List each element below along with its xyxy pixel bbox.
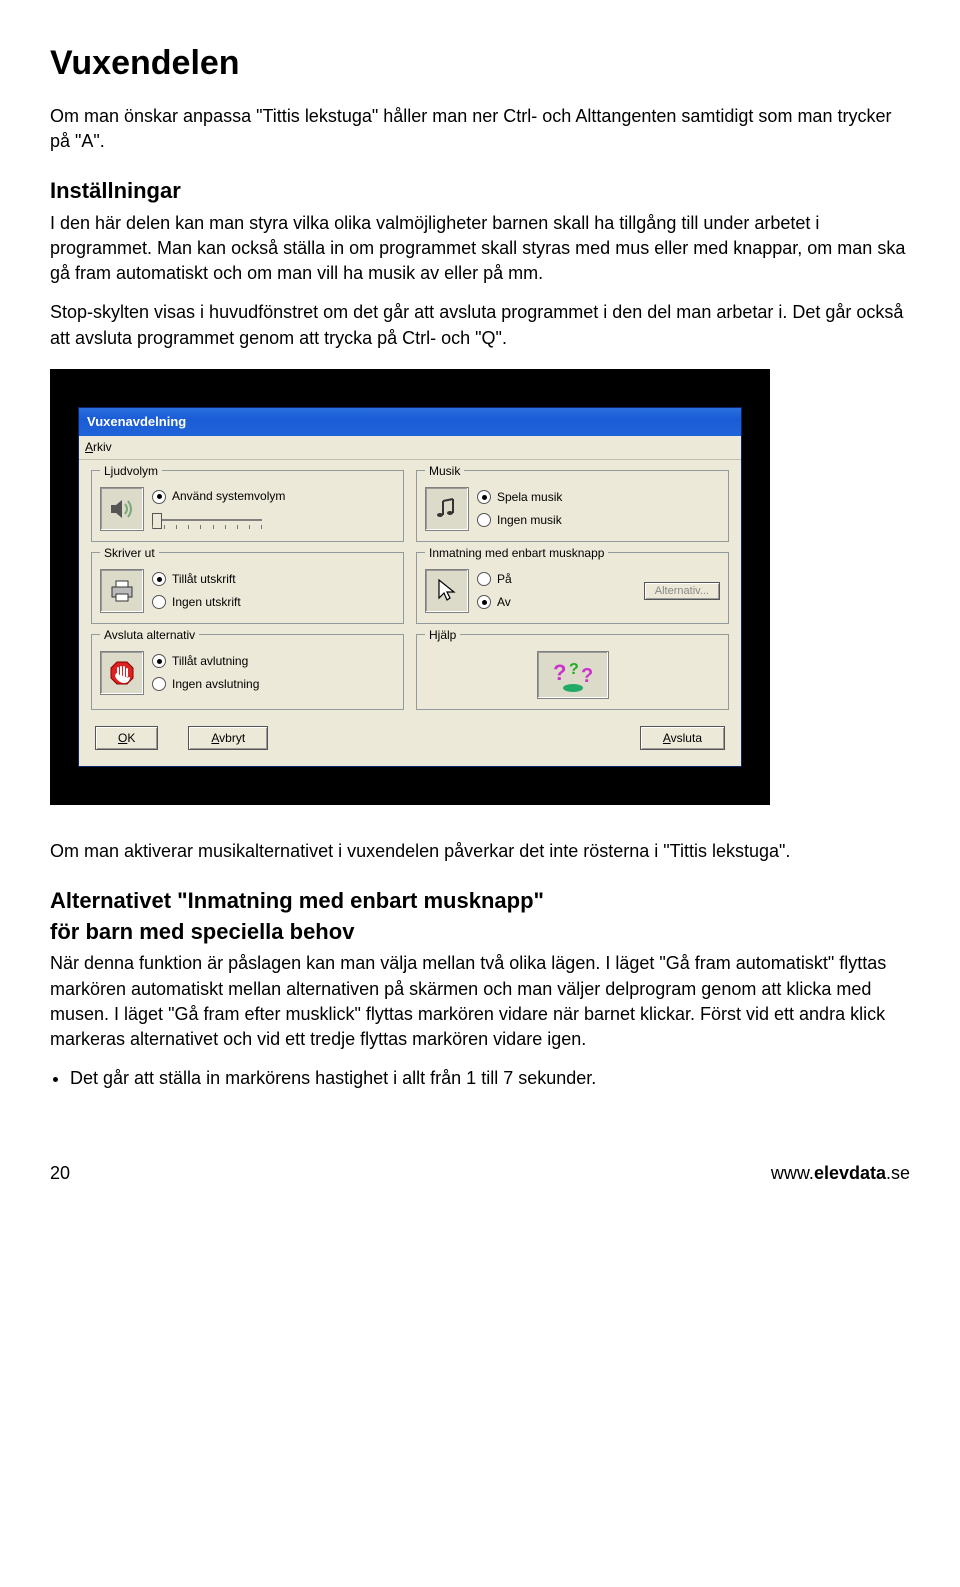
help-icon[interactable]: ? ? ?: [537, 651, 609, 699]
paragraph-stopskylt: Stop-skylten visas i huvudfönstret om de…: [50, 300, 910, 350]
radio-dot-icon: [477, 595, 491, 609]
legend-avsluta: Avsluta alternativ: [100, 627, 199, 644]
legend-ljudvolym: Ljudvolym: [100, 463, 162, 480]
window-title: Vuxenavdelning: [87, 414, 186, 429]
group-avsluta: Avsluta alternativ Tillåt avlutning: [91, 634, 404, 710]
radio-label: Ingen avslutning: [172, 676, 259, 693]
printer-icon: [100, 569, 144, 613]
radio-systemvolym[interactable]: Använd systemvolym: [152, 488, 285, 505]
svg-text:?: ?: [553, 660, 566, 685]
screenshot-frame: Vuxenavdelning AArkivrkiv Ljudvolym: [50, 369, 770, 805]
dialog-client: Ljudvolym Använd syst: [79, 460, 741, 766]
legend-hjalp: Hjälp: [425, 627, 460, 644]
page-number: 20: [50, 1161, 70, 1186]
radio-tillat-avlutning[interactable]: Tillåt avlutning: [152, 653, 259, 670]
list-item: Det går att ställa in markörens hastighe…: [70, 1066, 910, 1091]
radio-dot-icon: [477, 513, 491, 527]
radio-dot-icon: [152, 595, 166, 609]
alternativ-button[interactable]: Alternativ...: [644, 582, 720, 600]
music-notes-icon: [425, 487, 469, 531]
button-row: OK OK Avbryt Avbryt Avsluta Avsluta: [91, 720, 729, 752]
radio-label: Ingen utskrift: [172, 594, 241, 611]
group-inmatning: Inmatning med enbart musknapp På: [416, 552, 729, 624]
radio-label: Använd systemvolym: [172, 488, 285, 505]
radio-av[interactable]: Av: [477, 594, 512, 611]
dialog-window: Vuxenavdelning AArkivrkiv Ljudvolym: [78, 407, 742, 767]
page-footer: 20 www.elevdata.se: [50, 1161, 910, 1186]
radio-label: På: [497, 571, 512, 588]
paragraph-intro: Om man önskar anpassa "Tittis lekstuga" …: [50, 104, 910, 154]
avsluta-button[interactable]: Avsluta: [640, 726, 725, 750]
radio-dot-icon: [152, 490, 166, 504]
group-musik: Musik: [416, 470, 729, 542]
radio-dot-icon: [477, 572, 491, 586]
footer-url: www.elevdata.se: [771, 1161, 910, 1186]
radio-label: Spela musik: [497, 489, 562, 506]
radio-spela-musik[interactable]: Spela musik: [477, 489, 562, 506]
volume-slider[interactable]: [152, 511, 262, 529]
radio-ingen-avslutning[interactable]: Ingen avslutning: [152, 676, 259, 693]
legend-inmatning: Inmatning med enbart musknapp: [425, 545, 608, 562]
heading-alternativet: Alternativet "Inmatning med enbart muskn…: [50, 886, 910, 948]
radio-label: Tillåt utskrift: [172, 571, 236, 588]
heading-installningar: Inställningar: [50, 176, 910, 207]
group-ljudvolym: Ljudvolym Använd syst: [91, 470, 404, 542]
radio-pa[interactable]: På: [477, 571, 512, 588]
radio-dot-icon: [477, 490, 491, 504]
page-title: Vuxendelen: [50, 40, 910, 88]
cursor-icon: [425, 569, 469, 613]
avbryt-button[interactable]: Avbryt: [188, 726, 268, 750]
radio-tillat-utskrift[interactable]: Tillåt utskrift: [152, 571, 241, 588]
paragraph-alternativet: När denna funktion är påslagen kan man v…: [50, 951, 910, 1052]
window-titlebar[interactable]: Vuxenavdelning: [79, 408, 741, 436]
paragraph-music-note: Om man aktiverar musikalternativet i vux…: [50, 839, 910, 864]
radio-label: Ingen musik: [497, 512, 562, 529]
stop-hand-icon: [100, 651, 144, 695]
legend-skriver: Skriver ut: [100, 545, 159, 562]
legend-musik: Musik: [425, 463, 464, 480]
radio-ingen-musik[interactable]: Ingen musik: [477, 512, 562, 529]
group-skriver-ut: Skriver ut Tillåt uts: [91, 552, 404, 624]
speaker-icon: [100, 487, 144, 531]
radio-label: Av: [497, 594, 511, 611]
radio-dot-icon: [152, 654, 166, 668]
radio-dot-icon: [152, 572, 166, 586]
menu-bar[interactable]: AArkivrkiv: [79, 436, 741, 460]
svg-text:?: ?: [581, 665, 593, 687]
radio-ingen-utskrift[interactable]: Ingen utskrift: [152, 594, 241, 611]
svg-text:?: ?: [569, 661, 579, 678]
radio-label: Tillåt avlutning: [172, 653, 248, 670]
ok-button[interactable]: OK: [95, 726, 158, 750]
bullet-list: Det går att ställa in markörens hastighe…: [50, 1066, 910, 1091]
radio-dot-icon: [152, 677, 166, 691]
paragraph-installningar: I den här delen kan man styra vilka olik…: [50, 211, 910, 287]
group-hjalp: Hjälp ? ? ?: [416, 634, 729, 710]
